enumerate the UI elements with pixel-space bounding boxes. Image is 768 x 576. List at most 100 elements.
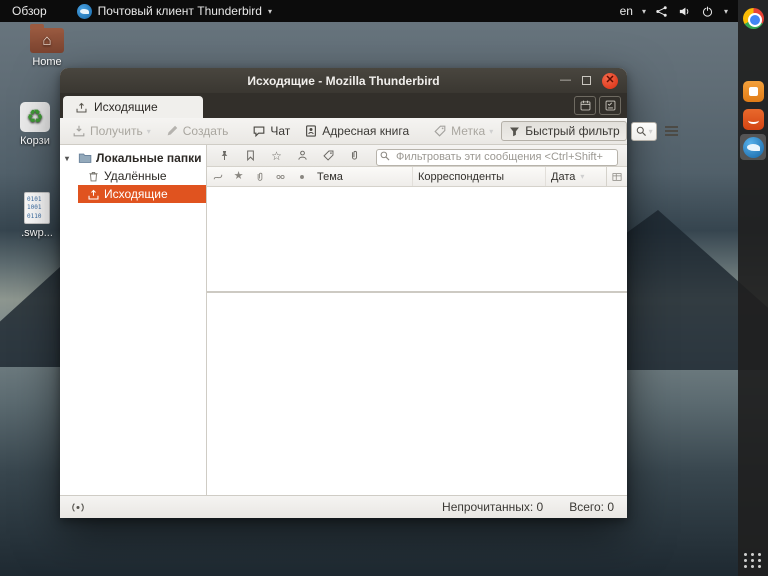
calendar-tab-button[interactable] [574,96,596,115]
thread-column-header[interactable] [207,167,228,186]
thunderbird-icon [743,137,764,158]
maximize-button[interactable] [582,76,591,85]
starred-column-header[interactable]: ★ [228,167,249,186]
search-icon [635,125,648,138]
desktop-icon-trash[interactable]: ♻ Корзи [6,102,64,147]
language-indicator[interactable]: en [620,4,633,18]
close-button[interactable]: ✕ [602,73,618,89]
folder-pane: ▾ Локальные папки Удалённые Исходящие [60,145,207,495]
folder-icon [78,152,92,164]
tasks-tab-button[interactable] [599,96,621,115]
desktop-icon-label: .swp... [8,227,66,239]
software-store-icon [743,81,764,102]
quick-filter-bar: ☆ [207,145,627,167]
quick-filter-search[interactable] [376,147,618,164]
tasks-icon [604,99,617,112]
tag-button[interactable]: Метка ▾ [427,121,499,141]
quick-filter-label: Быстрый фильтр [525,124,619,138]
sticky-pin-filter-button[interactable] [216,148,233,164]
activities-button[interactable]: Обзор [0,0,59,22]
system-tray[interactable]: en ▾ ▾ [620,4,738,18]
sort-chevron-icon: ▾ [580,172,584,181]
folder-row-outbox-selected[interactable]: Исходящие [78,185,206,203]
home-folder-icon: ⌂ [30,28,64,53]
read-column-header[interactable] [270,167,291,186]
network-activity-icon[interactable] [69,501,87,514]
subject-column-header[interactable]: Тема [312,167,412,186]
app-menu-button[interactable]: Почтовый клиент Thunderbird ▾ [69,0,280,22]
get-messages-label: Получить [90,124,143,138]
desktop-icon-swp-file[interactable]: 0101 1001 0110 .swp... [8,192,66,239]
outbox-icon [87,188,100,201]
filter-tags-button[interactable] [320,148,337,164]
tab-label: Исходящие [94,100,158,114]
top-bar: Обзор Почтовый клиент Thunderbird ▾ en ▾… [0,0,738,22]
show-applications-button[interactable] [744,553,762,568]
contact-icon [296,149,309,162]
mail-toolbar: Получить ▾ Создать Чат Адресная книга Ме… [60,118,627,145]
desktop-icon-home[interactable]: ⌂ Home [18,28,76,68]
filter-unread-button[interactable] [242,148,259,164]
dock-item-chrome[interactable] [740,5,766,31]
thunderbird-icon [77,4,92,19]
message-preview-empty[interactable] [207,293,627,495]
write-label: Создать [183,124,229,138]
write-button[interactable]: Создать [159,121,235,141]
network-icon[interactable] [655,4,669,18]
chat-icon [252,124,266,138]
dock-item-thunderbird[interactable] [740,134,766,160]
volume-icon[interactable] [678,4,692,18]
filter-contact-button[interactable] [294,148,311,164]
junk-column-header[interactable] [291,167,312,186]
window-main-area: ▾ Локальные папки Удалённые Исходящие [60,145,627,495]
binary-file-icon: 0101 1001 0110 [24,192,50,224]
column-picker-button[interactable] [606,167,627,186]
tab-outbox[interactable]: Исходящие [63,96,203,118]
window-titlebar[interactable]: Исходящие - Mozilla Thunderbird — ✕ [60,68,627,93]
folder-row-local-folders[interactable]: ▾ Локальные папки [60,149,206,167]
trash-folder-icon [87,170,100,183]
hamburger-icon [665,126,678,128]
tag-icon [322,149,335,162]
paperclip-icon [254,171,266,183]
chevron-down-icon: ▾ [268,7,272,16]
power-icon[interactable] [701,4,715,18]
app-menu-label: Почтовый клиент Thunderbird [98,4,262,18]
message-list-empty[interactable] [207,187,627,291]
folder-label: Локальные папки [96,151,202,165]
attachment-column-header[interactable] [249,167,270,186]
chat-button[interactable]: Чат [246,121,296,141]
filter-attachment-button[interactable] [346,148,363,164]
get-messages-button[interactable]: Получить ▾ [66,121,157,141]
tag-icon [433,124,447,138]
status-bar: Непрочитанных: 0 Всего: 0 [60,495,627,518]
address-book-button[interactable]: Адресная книга [298,121,415,141]
chevron-down-icon: ▾ [642,7,646,16]
thunderbird-window: Исходящие - Mozilla Thunderbird — ✕ Исхо… [60,68,627,518]
quick-filter-toggle-button[interactable]: Быстрый фильтр [501,121,626,141]
app-hamburger-menu-button[interactable] [659,122,684,140]
thread-icon [212,171,224,183]
filter-starred-button[interactable]: ☆ [268,148,285,164]
minimize-button[interactable]: — [560,75,571,86]
correspondents-column-header[interactable]: Корреспонденты [412,167,545,186]
read-status-icon [274,171,287,183]
search-icon [379,150,391,162]
amazon-icon [743,109,764,130]
dock-item-software[interactable] [740,78,766,104]
tab-bar: Исходящие [60,93,627,118]
search-button[interactable]: ▾ [631,122,657,141]
pin-icon [218,149,231,162]
date-column-header[interactable]: Дата ▾ [545,167,605,186]
column-headers: ★ Тема Корреспонденты Дата ▾ [207,167,627,187]
activities-label: Обзор [12,4,47,18]
unread-count: Непрочитанных: 0 [442,500,543,514]
desktop-icon-label: Корзи [6,135,64,147]
dock-item-amazon[interactable] [740,106,766,132]
funnel-icon [508,125,521,138]
address-book-icon [304,124,318,138]
column-picker-icon [611,171,623,183]
expander-icon[interactable]: ▾ [65,154,74,163]
folder-row-trash[interactable]: Удалённые [60,167,206,185]
filter-messages-input[interactable] [376,149,618,166]
